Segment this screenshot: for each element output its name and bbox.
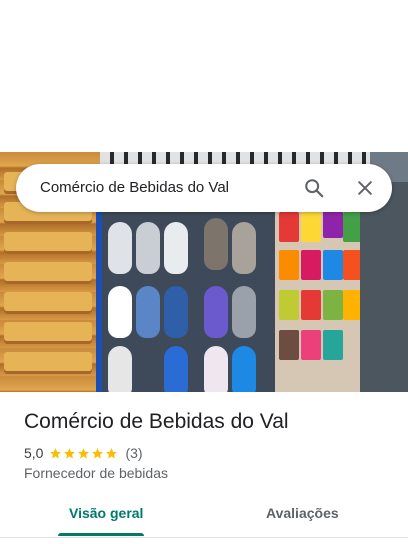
star-icon [106,447,118,458]
photo-rail [96,212,102,392]
tab-reviews[interactable]: Avaliações [266,505,339,521]
rating-stars [49,447,119,460]
photo-sandal-rack [100,182,275,392]
photo-doorway [360,182,408,392]
tab-active-indicator [58,533,144,536]
review-count[interactable]: (3) [125,445,142,461]
close-icon[interactable] [353,176,377,200]
place-name: Comércio de Bebidas do Val [24,410,289,433]
star-icon [50,447,62,458]
star-icon [64,447,76,458]
search-icon[interactable] [302,176,326,200]
photo-snack-shelf [275,202,365,392]
tab-bar: Visão geral Avaliações [0,500,408,538]
tabs-divider [0,537,408,538]
star-icon [92,447,104,458]
star-icon [78,447,90,458]
rating-value: 5,0 [24,445,44,461]
search-input[interactable]: Comércio de Bebidas do Val [40,179,229,196]
place-page: Comércio de Bebidas do Val Comércio de B… [0,0,408,544]
rating-row[interactable]: 5,0 (3) [24,444,143,462]
tab-overview[interactable]: Visão geral [69,505,143,521]
search-bar[interactable]: Comércio de Bebidas do Val [16,164,392,212]
place-category[interactable]: Fornecedor de bebidas [24,465,168,481]
